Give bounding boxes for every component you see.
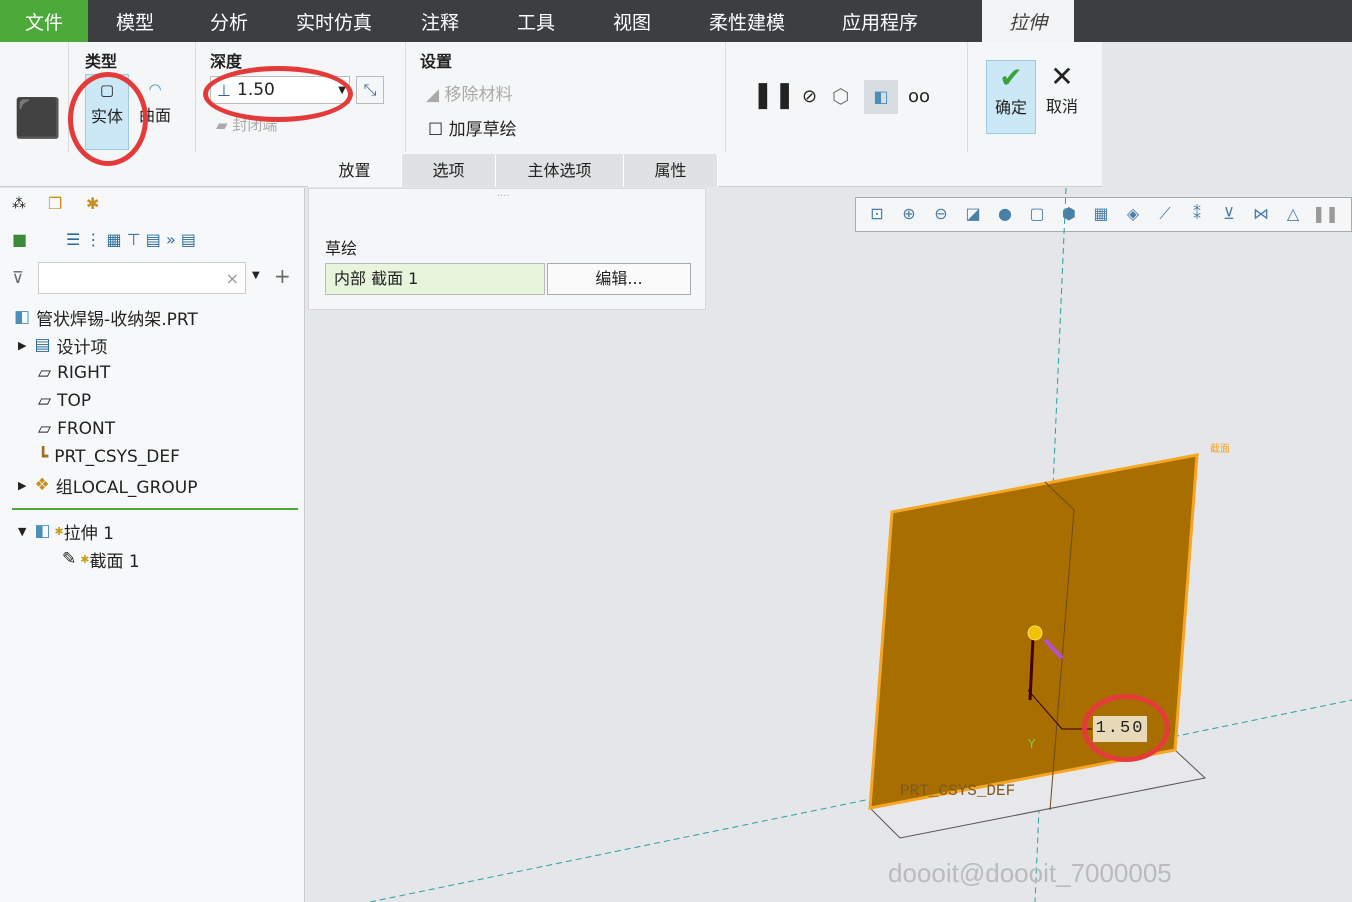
drag-handle[interactable] (1027, 625, 1043, 641)
section-tag: 截面 (1210, 442, 1230, 455)
datum-axis (369, 699, 1352, 902)
axis-y-label: Y (1027, 737, 1036, 751)
graphics-area[interactable]: 截面 PRT_CSYS_DEF Y (0, 0, 1352, 902)
annotation-circle (1082, 694, 1170, 762)
watermark: doooit@doooit_7000005 (888, 858, 1172, 888)
csys-label: PRT_CSYS_DEF (900, 782, 1015, 800)
